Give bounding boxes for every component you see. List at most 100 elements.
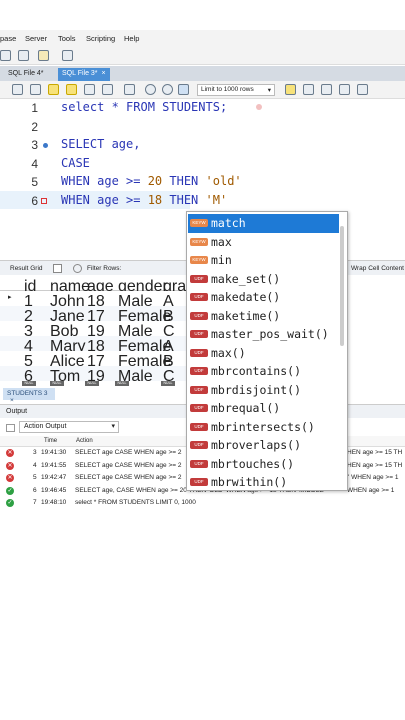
output-num: 4: [33, 461, 37, 469]
code-line[interactable]: select * FROM STUDENTS;: [61, 100, 227, 114]
action-header: Action: [76, 438, 93, 444]
commit-icon[interactable]: [145, 84, 156, 95]
close-icon[interactable]: ×: [10, 397, 14, 404]
code-string: 'M': [205, 193, 228, 207]
function-icon: UDF: [190, 385, 208, 394]
code-line[interactable]: WHEN age >= 20 THEN 'old': [61, 174, 242, 188]
explain-icon[interactable]: [84, 84, 95, 95]
tab-sql-file-3[interactable]: SQL File 3* ×: [58, 68, 110, 81]
chevron-down-icon: ▾: [111, 423, 115, 430]
code-string: 'old': [205, 174, 242, 188]
stop-icon[interactable]: [102, 84, 113, 95]
autocomplete-label: mbroverlaps(): [211, 438, 302, 452]
table-row[interactable]: 3 Bob 19 Male C: [0, 321, 188, 340]
code-line[interactable]: WHEN age >= 18 THEN 'M': [61, 193, 227, 207]
output-time: 19:42:47: [41, 474, 67, 481]
output-action: SELECT age CASE WHEN age >= 2: [75, 449, 182, 456]
output-tail: WHEN age >= 1: [347, 486, 395, 494]
autocomplete-item[interactable]: UDF mbrdisjoint(): [188, 381, 339, 400]
function-icon: UDF: [190, 404, 208, 412]
open-script-icon[interactable]: [12, 84, 23, 95]
chevron-down-icon: ▾: [267, 87, 271, 94]
wrap-icon[interactable]: [357, 84, 368, 95]
table-row[interactable]: 5 Alice 17 Female B: [0, 351, 188, 370]
autocomplete-scrollbar[interactable]: [340, 226, 344, 346]
autocomplete-item[interactable]: UDF mbroverlaps(): [188, 436, 339, 455]
menu-tools[interactable]: Tools: [58, 34, 76, 43]
autocomplete-label: master_pos_wait(): [211, 327, 329, 341]
null-badge: NULL: [115, 381, 129, 386]
open-file-icon[interactable]: [18, 50, 29, 61]
new-query-icon[interactable]: [0, 50, 11, 61]
line-number: 5: [31, 175, 38, 189]
autocomplete-label: min: [211, 253, 232, 267]
execute-icon[interactable]: [48, 84, 59, 95]
invisible-chars-icon[interactable]: [339, 84, 350, 95]
grid-icon[interactable]: [53, 264, 62, 273]
output-time: 19:41:30: [41, 449, 67, 456]
null-badge: NULL: [161, 381, 175, 386]
wrap-cell-label[interactable]: Wrap Cell Content: [351, 265, 404, 272]
autocomplete-item[interactable]: UDF mbrwithin(): [188, 473, 339, 490]
output-row[interactable]: ✓ 7 19:48:10 select * FROM STUDENTS LIMIT 0…: [0, 497, 405, 509]
output-type-select[interactable]: Action Output ▾: [19, 421, 119, 433]
line-number: 6: [31, 194, 38, 208]
toggle-icon[interactable]: [124, 84, 135, 95]
tab-sql-file-4[interactable]: SQL File 4*: [4, 68, 48, 81]
function-icon: UDF: [190, 478, 208, 486]
code-line[interactable]: CASE: [61, 156, 90, 170]
autocomplete-item[interactable]: UDF mbrcontains(): [188, 362, 339, 381]
output-num: 6: [33, 486, 37, 494]
table-row[interactable]: 2 Jane 17 Female B: [0, 306, 188, 325]
function-icon: UDF: [190, 330, 208, 338]
autocommit-icon[interactable]: [178, 84, 189, 95]
code-token: THEN: [162, 193, 206, 207]
function-icon: UDF: [190, 311, 208, 320]
menu-server[interactable]: Server: [25, 34, 47, 43]
table-row[interactable]: 4 Mary 18 Female A: [0, 336, 188, 355]
search-icon[interactable]: [321, 84, 332, 95]
rollback-icon[interactable]: [162, 84, 173, 95]
autocomplete-item[interactable]: UDF mbrtouches(): [188, 455, 339, 474]
close-icon[interactable]: ×: [102, 70, 106, 77]
autocomplete-item[interactable]: UDF master_pos_wait(): [188, 325, 339, 344]
line-number: 1: [31, 101, 38, 115]
autocomplete-item[interactable]: UDF makedate(): [188, 288, 339, 307]
result-tab-students-3[interactable]: STUDENTS 3 ×: [3, 388, 55, 404]
output-action: SELECT age CASE WHEN age >= 2: [75, 461, 182, 469]
limit-rows-value: Limit to 1000 rows: [201, 86, 254, 93]
autocomplete-item[interactable]: UDF max(): [188, 344, 339, 363]
beautify-icon[interactable]: [303, 84, 314, 95]
table-row[interactable]: 6 Tom 19 Male C: [0, 366, 188, 385]
execute-current-icon[interactable]: [66, 84, 77, 95]
menu-scripting[interactable]: Scripting: [86, 34, 115, 43]
code-line[interactable]: SELECT age,: [61, 137, 140, 151]
autocomplete-label: max(): [211, 345, 246, 360]
output-options-icon[interactable]: [6, 424, 15, 432]
autocomplete-item[interactable]: KEYW max: [188, 233, 339, 252]
autocomplete-label: maketime(): [211, 308, 281, 323]
menu-help[interactable]: Help: [124, 34, 139, 43]
limit-rows-select[interactable]: Limit to 1000 rows ▾: [197, 84, 275, 96]
autocomplete-label: makedate(): [211, 290, 281, 304]
result-grid-label[interactable]: Result Grid: [10, 265, 43, 272]
code-number: 20: [147, 174, 163, 188]
save-script-icon[interactable]: [30, 84, 41, 95]
autocomplete-item[interactable]: UDF mbrintersects(): [188, 418, 339, 437]
table-row[interactable]: ▸ 1 John 18 Male A: [0, 291, 188, 310]
output-tail: HEN age >= 15 TH: [347, 461, 403, 469]
keyword-icon: KEYW: [190, 256, 208, 264]
code-token: WHEN age >=: [61, 193, 148, 207]
autocomplete-label: mbrtouches(): [211, 456, 295, 471]
autocomplete-item[interactable]: KEYW match: [188, 214, 339, 233]
favorite-icon[interactable]: [285, 84, 296, 95]
save-icon[interactable]: [38, 50, 49, 61]
schema-icon[interactable]: [62, 50, 73, 61]
menu-database[interactable]: pase: [0, 34, 16, 43]
output-title: Output: [6, 408, 28, 415]
autocomplete-item[interactable]: UDF make_set(): [188, 270, 339, 289]
autocomplete-item[interactable]: KEYW min: [188, 251, 339, 270]
autocomplete-item[interactable]: UDF mbrequal(): [188, 399, 339, 418]
autocomplete-item[interactable]: UDF maketime(): [188, 307, 339, 326]
filter-rows-label: Filter Rows:: [87, 265, 122, 272]
